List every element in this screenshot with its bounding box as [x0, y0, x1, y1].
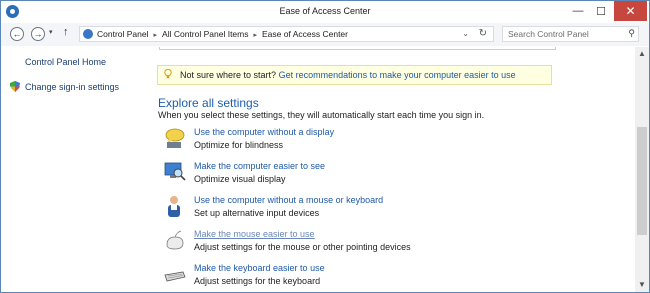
title-bar: Ease of Access Center — ☐ ✕ — [1, 1, 649, 23]
list-item: Use the computer without a mouse or keyb… — [163, 195, 623, 225]
previous-panel-edge: • • • — [159, 47, 556, 50]
list-item: Make the computer easier to see Optimize… — [163, 161, 623, 191]
breadcrumb-separator-icon[interactable]: ▸ — [253, 32, 257, 39]
refresh-icon[interactable]: ↻ — [479, 28, 487, 39]
item-description: Adjust settings for the mouse or other p… — [194, 242, 411, 252]
keyboard-settings-link[interactable]: Make the keyboard easier to use — [194, 263, 325, 273]
window-title: Ease of Access Center — [279, 6, 371, 16]
list-item: Use the computer without a display Optim… — [163, 127, 623, 157]
shield-icon — [10, 81, 20, 92]
keyboard-icon — [164, 271, 186, 282]
sidebar: Control Panel Home Change sign-in settin… — [1, 47, 149, 292]
scroll-down-button[interactable]: ▼ — [635, 279, 649, 291]
window: Ease of Access Center — ☐ ✕ ← → ▾ ↑ Cont… — [0, 0, 650, 293]
sidebar-item-sign-in-settings[interactable]: Change sign-in settings — [10, 81, 119, 92]
section-heading: Explore all settings — [158, 96, 259, 110]
mouse-icon — [166, 230, 184, 250]
scroll-thumb[interactable] — [637, 127, 647, 235]
item-description: Adjust settings for the keyboard — [194, 276, 321, 286]
back-button[interactable]: ← — [10, 27, 24, 41]
breadcrumb-separator-icon[interactable]: ▸ — [154, 32, 158, 39]
breadcrumb-item-control-panel[interactable]: Control Panel — [97, 29, 149, 39]
scroll-up-button[interactable]: ▲ — [635, 47, 649, 61]
search-input[interactable]: Search Control Panel ⚲ — [502, 26, 639, 42]
item-description: Optimize visual display — [194, 174, 286, 184]
mouse-settings-link[interactable]: Make the mouse easier to use — [194, 229, 315, 239]
address-dropdown-icon[interactable]: ⌄ — [462, 29, 469, 38]
up-button[interactable]: ↑ — [63, 26, 69, 38]
address-bar: ← → ▾ ↑ Control Panel ▸ All Control Panel … — [1, 23, 649, 46]
breadcrumb: Control Panel ▸ All Control Panel Items ▸ Ea… — [97, 29, 348, 39]
search-placeholder: Search Control Panel — [508, 29, 589, 39]
breadcrumb-item-ease-of-access[interactable]: Ease of Access Center — [262, 29, 348, 39]
tip-prompt: Not sure where to start? — [180, 70, 277, 80]
recent-locations-button[interactable]: ▾ — [49, 28, 53, 36]
forward-button[interactable]: → — [31, 27, 45, 41]
visual-settings-link[interactable]: Make the computer easier to see — [194, 161, 325, 171]
address-field[interactable]: Control Panel ▸ All Control Panel Items ▸ Ea… — [79, 26, 494, 42]
lightbulb-icon — [164, 69, 172, 79]
control-panel-icon — [83, 29, 93, 39]
sidebar-item-control-panel-home[interactable]: Control Panel Home — [25, 57, 106, 67]
item-description: Optimize for blindness — [194, 140, 284, 150]
speech-bubble-icon — [165, 128, 185, 148]
input-devices-link[interactable]: Use the computer without a mouse or keyb… — [194, 195, 383, 205]
main-content: • • • Not sure where to start? Get recom… — [149, 47, 635, 292]
section-description: When you select these settings, they wil… — [158, 110, 485, 120]
close-button[interactable]: ✕ — [614, 1, 647, 21]
sidebar-item-label: Change sign-in settings — [25, 81, 120, 92]
tip-text: Not sure where to start? Get recommendat… — [180, 70, 516, 80]
vertical-scrollbar[interactable]: ▲ ▼ — [635, 47, 649, 292]
list-item: Make the mouse easier to use Adjust sett… — [163, 229, 623, 259]
minimize-button[interactable]: — — [567, 1, 589, 21]
maximize-button[interactable]: ☐ — [590, 1, 612, 21]
item-description: Set up alternative input devices — [194, 208, 320, 218]
person-icon — [168, 196, 180, 217]
monitor-magnifier-icon — [164, 162, 186, 181]
search-icon[interactable]: ⚲ — [628, 28, 635, 39]
breadcrumb-item-all-items[interactable]: All Control Panel Items — [162, 29, 248, 39]
list-item: Make the keyboard easier to use Adjust s… — [163, 263, 623, 292]
recommendation-tip: Not sure where to start? Get recommendat… — [157, 65, 552, 85]
recommendations-link[interactable]: Get recommendations to make your compute… — [279, 70, 516, 80]
display-settings-link[interactable]: Use the computer without a display — [194, 127, 334, 137]
